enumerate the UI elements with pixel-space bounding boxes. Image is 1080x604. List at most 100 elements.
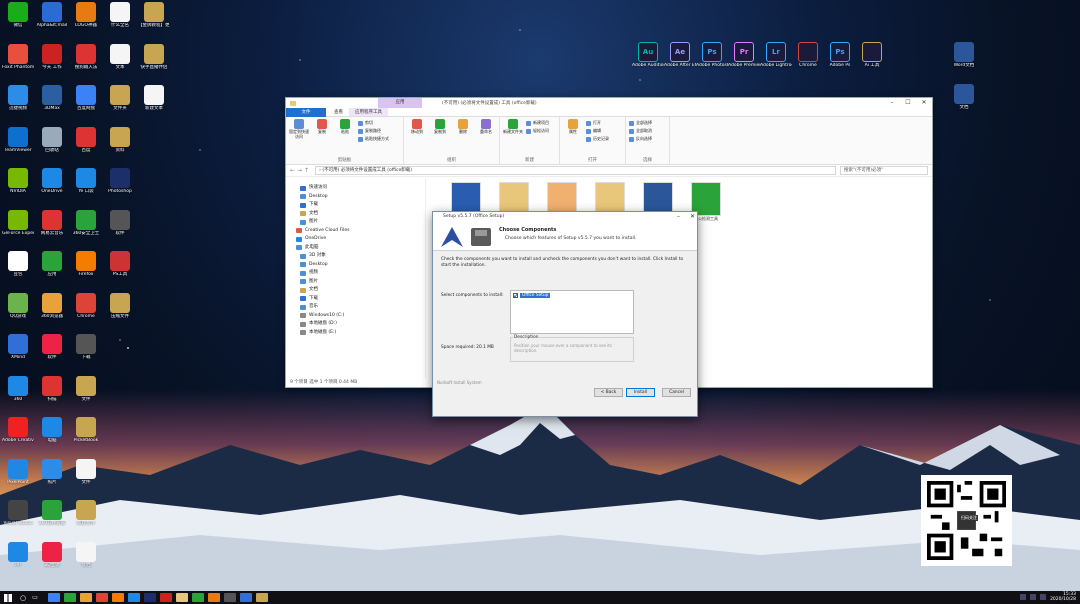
minimize-button[interactable]: – xyxy=(884,98,900,108)
component-item[interactable]: Office Setup xyxy=(513,293,551,298)
nav-item[interactable]: Desktop xyxy=(286,193,425,202)
component-checkbox[interactable] xyxy=(513,293,518,298)
nav-item[interactable]: 音乐 xyxy=(286,303,425,312)
desktop-icon[interactable]: 迅捷视频 xyxy=(2,85,34,111)
desktop-icon[interactable]: 软件 xyxy=(104,209,136,236)
nav-item[interactable]: 图片 xyxy=(286,218,425,227)
address-bar[interactable]: › (不可用) 必须将文件设置成工具 (office卸载) xyxy=(315,166,836,175)
desktop-icon[interactable]: 360浏览器 xyxy=(36,292,68,319)
ribbon-button[interactable]: 粘贴 xyxy=(335,119,355,162)
ribbon-button[interactable]: 固定到快速访问 xyxy=(289,119,309,162)
back-button[interactable]: < Back xyxy=(594,388,623,397)
desktop-icon[interactable]: LOGO神器 xyxy=(70,2,102,28)
desktop-icon[interactable]: 3DMax xyxy=(36,85,68,111)
desktop-icon[interactable]: LrAdobe Lightroom xyxy=(760,42,792,68)
desktop-icon[interactable]: Foxit PhantomPDF xyxy=(2,43,34,70)
desktop-icon[interactable]: Ps Adobe Ps xyxy=(824,42,856,68)
nav-item[interactable]: 文档 xyxy=(286,286,425,295)
desktop-icon[interactable]: XMind xyxy=(2,334,34,360)
desktop-icon[interactable]: 3D立体 xyxy=(36,541,68,568)
desktop-icon[interactable]: TeamViewer xyxy=(2,126,34,153)
ribbon-list-item[interactable]: 全部取消 xyxy=(629,128,652,134)
desktop-icon[interactable]: PP xyxy=(2,541,34,568)
ribbon-button[interactable]: 移动到 xyxy=(407,119,427,162)
search-input[interactable]: 搜索"(不可用)必须" xyxy=(840,166,928,175)
desktop-icon[interactable]: 文档 xyxy=(948,84,980,110)
nav-item[interactable]: 下载 xyxy=(286,201,425,210)
desktop-icon[interactable]: Firefox xyxy=(70,251,102,277)
taskbar-app-icon[interactable] xyxy=(159,593,172,602)
taskbar-app-icon[interactable] xyxy=(191,593,204,602)
desktop-icon[interactable]: 下载 xyxy=(70,334,102,360)
taskbar-app-icon[interactable] xyxy=(255,593,268,602)
desktop-icon[interactable]: 文本 xyxy=(104,43,136,70)
taskbar-app-icon[interactable] xyxy=(239,593,252,602)
tray-icon[interactable] xyxy=(1020,594,1027,600)
ribbon-list-item[interactable]: 历史记录 xyxy=(586,136,609,142)
nav-arrows-icon[interactable]: ←→↑ xyxy=(290,167,311,174)
ribbon-list-item[interactable]: 反向选择 xyxy=(629,136,652,142)
desktop-icon[interactable]: 文件 xyxy=(70,458,102,485)
search-icon[interactable]: ○ xyxy=(20,594,26,602)
nav-item[interactable]: 此电脑 xyxy=(286,244,425,253)
nav-item[interactable]: 文档 xyxy=(286,210,425,219)
ribbon-list-item[interactable]: 编辑 xyxy=(586,128,609,134)
desktop-icon[interactable]: Chrome xyxy=(792,42,824,68)
nav-item[interactable]: Windows10 (C:) xyxy=(286,312,425,321)
desktop-icon[interactable]: NVIDIA xyxy=(2,168,34,194)
desktop-icon[interactable]: PrAdobe Premiere xyxy=(728,42,760,68)
dialog-minimize-button[interactable]: – xyxy=(677,212,680,221)
ribbon-list-item[interactable]: 新建项目 xyxy=(526,120,549,126)
desktop-icon[interactable]: 资料 xyxy=(104,126,136,153)
desktop-icon[interactable]: 豆包 xyxy=(2,251,34,277)
nav-item[interactable]: 视频 xyxy=(286,269,425,278)
desktop-icon[interactable]: 文件 xyxy=(70,375,102,402)
taskbar-app-icon[interactable] xyxy=(47,593,60,602)
desktop-icon[interactable]: 360软件管家 xyxy=(36,500,68,526)
desktop-icon[interactable]: 应用 xyxy=(36,251,68,277)
desktop-icon[interactable]: 回收站 xyxy=(36,126,68,153)
tab-app-tools[interactable]: 应用程序工具 xyxy=(349,108,388,116)
taskbar-app-icon[interactable] xyxy=(95,593,108,602)
desktop-icon[interactable]: PsAdobe Photoshop xyxy=(696,42,728,68)
nav-item[interactable]: 3D 对象 xyxy=(286,252,425,261)
desktop-icon[interactable]: 今天 工作 xyxy=(36,43,68,70)
taskbar-app-icon[interactable] xyxy=(111,593,124,602)
ribbon-button[interactable]: 属性 xyxy=(563,119,583,162)
desktop-icon[interactable]: 微信 xyxy=(2,2,34,28)
ribbon-list-item[interactable]: 打开 xyxy=(586,120,609,126)
desktop-icon[interactable]: 网易云音乐 xyxy=(36,209,68,236)
desktop-icon[interactable]: 压缩文件 xyxy=(104,292,136,319)
explorer-titlebar[interactable]: 应用 (不可用) (必须将文件设置成) 工具 (office卸载) – ☐ ✕ xyxy=(286,98,932,108)
ribbon-list-item[interactable]: 剪切 xyxy=(358,120,389,126)
desktop-icon[interactable]: AeAdobe After Effects xyxy=(664,42,696,68)
close-button[interactable]: ✕ xyxy=(916,98,932,108)
clock-date[interactable]: 2020/10/28 xyxy=(1050,597,1076,602)
ribbon-button[interactable]: 新建文件夹 xyxy=(503,119,523,162)
ribbon-button[interactable]: 复制到 xyxy=(430,119,450,162)
desktop-icon[interactable]: 百度 xyxy=(70,126,102,153)
ribbon-list-item[interactable]: 全部选择 xyxy=(629,120,652,126)
nav-item[interactable]: 本地磁盘 (D:) xyxy=(286,320,425,329)
cancel-button[interactable]: Cancel xyxy=(662,388,691,397)
desktop-icon[interactable]: 文件夹 xyxy=(104,85,136,111)
windows-start-icon[interactable] xyxy=(4,593,12,602)
desktop-icon[interactable]: 文档 xyxy=(70,541,102,568)
desktop-icon[interactable]: 搜狗输入法 xyxy=(70,43,102,70)
desktop-icon[interactable]: OneDrive xyxy=(36,168,68,194)
desktop-icon[interactable]: 照片 xyxy=(36,458,68,485)
tray-icon[interactable] xyxy=(1040,594,1047,600)
taskbar-app-icon[interactable] xyxy=(207,593,220,602)
desktop-icon[interactable]: Chrome xyxy=(70,292,102,319)
desktop-icon[interactable]: Adobe Creative xyxy=(2,417,34,443)
nav-item[interactable]: 快速访问 xyxy=(286,184,425,193)
desktop-icon[interactable]: 新建文件 xyxy=(70,500,102,526)
maximize-button[interactable]: ☐ xyxy=(900,98,916,108)
desktop-icon[interactable]: PicketBook xyxy=(70,417,102,443)
desktop-icon[interactable]: Au Adobe Audition xyxy=(632,42,664,68)
desktop-icon[interactable]: Visual Studio xyxy=(2,500,34,526)
ribbon-list-item[interactable]: 粘贴快捷方式 xyxy=(358,136,389,142)
nav-item[interactable]: 图片 xyxy=(286,278,425,287)
tab-view[interactable]: 查看 xyxy=(328,108,349,116)
desktop-icon[interactable]: Ai 工具 xyxy=(856,42,888,68)
